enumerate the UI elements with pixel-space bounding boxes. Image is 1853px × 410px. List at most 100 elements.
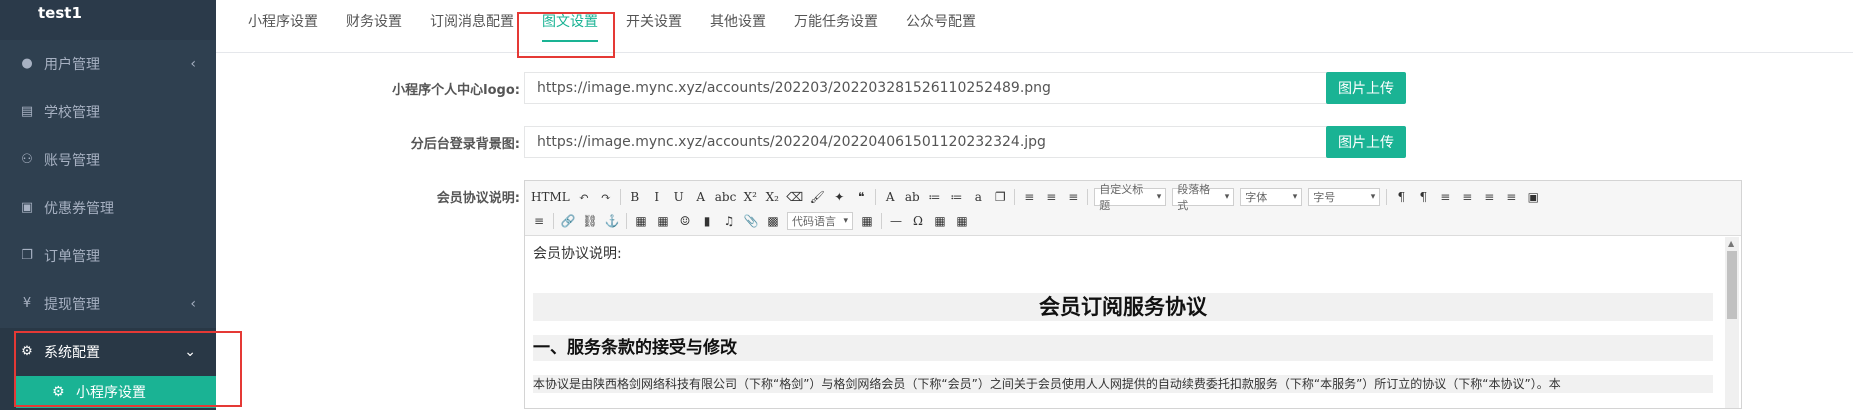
row2-tail-tool-icon-0[interactable]: ▦ bbox=[859, 212, 875, 230]
content-paragraph: 本协议是由陕西格剑网络科技有限公司（下称“格剑”）与格剑网络会员（下称“会员”）… bbox=[533, 375, 1713, 393]
row2-tail-tool-icon-4[interactable]: ▦ bbox=[954, 212, 970, 230]
tab-finance-settings[interactable]: 财务设置 bbox=[332, 8, 416, 52]
scroll-thumb[interactable] bbox=[1727, 251, 1737, 319]
rich-text-editor: HTML↶↷BIUAabcX²X₂⌫🖌✦❝Aab≔≔a❐≡≡≡自定义标题段落格式… bbox=[524, 180, 1742, 409]
tab-miniapp-settings[interactable]: 小程序设置 bbox=[234, 8, 332, 52]
toolbar-separator bbox=[626, 213, 627, 229]
sidebar-item-order-management[interactable]: ❐ 订单管理 bbox=[0, 232, 216, 280]
row1-tail-tool-icon-4[interactable]: ≡ bbox=[1481, 188, 1497, 206]
row1-tool-icon-3[interactable]: B bbox=[627, 188, 643, 206]
agreement-label: 会员协议说明: bbox=[436, 190, 520, 206]
background-upload-button[interactable]: 图片上传 bbox=[1326, 126, 1406, 158]
row1-tool-icon-15[interactable]: ab bbox=[904, 188, 920, 206]
tab-other-settings[interactable]: 其他设置 bbox=[696, 8, 780, 52]
row1-tool-icon-12[interactable]: ✦ bbox=[831, 188, 847, 206]
row1-tool-icon-13[interactable]: ❝ bbox=[853, 188, 869, 206]
row2-tail-tool-icon-3[interactable]: ▦ bbox=[932, 212, 948, 230]
font-size-select[interactable]: 字号 bbox=[1308, 188, 1381, 206]
row1-tool-icon-8[interactable]: X² bbox=[742, 188, 758, 206]
row1-tool-icon-19[interactable]: ❐ bbox=[992, 188, 1008, 206]
tab-image-text-settings[interactable]: 图文设置 bbox=[528, 8, 612, 52]
settings-tabs: 小程序设置 财务设置 订阅消息配置 图文设置 开关设置 其他设置 万能任务设置 … bbox=[216, 0, 1853, 53]
brand-name: test1 bbox=[0, 0, 216, 40]
sidebar-item-coupon-management[interactable]: ▣ 优惠券管理 bbox=[0, 184, 216, 232]
yen-icon: ¥ bbox=[22, 296, 32, 311]
font-family-select[interactable]: 字体 bbox=[1240, 188, 1303, 206]
sidebar-item-label: 系统配置 bbox=[44, 345, 100, 361]
toolbar-separator bbox=[881, 213, 882, 229]
row2-tail-tool-icon-2[interactable]: Ω bbox=[910, 212, 926, 230]
row2-tool-icon-4[interactable]: ▦ bbox=[633, 212, 649, 230]
row2-tool-icon-7[interactable]: ▮ bbox=[699, 212, 715, 230]
background-url-input[interactable]: https://image.mync.xyz/accounts/202204/2… bbox=[524, 126, 1328, 158]
chevron-left-icon: ‹ bbox=[190, 56, 196, 72]
row1-tool-icon-6[interactable]: A bbox=[693, 188, 709, 206]
editor-toolbar: HTML↶↷BIUAabcX²X₂⌫🖌✦❝Aab≔≔a❐≡≡≡自定义标题段落格式… bbox=[525, 181, 1741, 236]
content-section-heading: 一、服务条款的接受与修改 bbox=[533, 335, 1713, 361]
paragraph-format-select[interactable]: 段落格式 bbox=[1172, 183, 1235, 212]
row1-tool-icon-10[interactable]: ⌫ bbox=[786, 188, 803, 206]
editor-content[interactable]: 会员协议说明: 会员订阅服务协议 一、服务条款的接受与修改 本协议是由陕西格剑网… bbox=[533, 241, 1713, 408]
row1-tail-tool-icon-0[interactable]: ¶ bbox=[1393, 188, 1409, 206]
row1-tail-tool-icon-3[interactable]: ≡ bbox=[1459, 188, 1475, 206]
row1-tool-icon-4[interactable]: I bbox=[649, 188, 665, 206]
row2-tool-icon-0[interactable]: ≡ bbox=[531, 212, 547, 230]
row2-tool-icon-1[interactable]: 🔗 bbox=[560, 212, 576, 230]
coupon-icon: ▣ bbox=[20, 200, 34, 215]
row1-tool-icon-1[interactable]: ↶ bbox=[576, 188, 592, 206]
row1-tool-icon-5[interactable]: U bbox=[671, 188, 687, 206]
sidebar-item-withdraw-management[interactable]: ¥ 提现管理 ‹ bbox=[0, 280, 216, 328]
row1-tool-icon-11[interactable]: 🖌 bbox=[809, 188, 825, 206]
row1-tool-icon-0[interactable]: HTML bbox=[531, 188, 570, 206]
tab-subscription-message[interactable]: 订阅消息配置 bbox=[416, 8, 528, 52]
row1-tool-icon-21[interactable]: ≡ bbox=[1043, 188, 1059, 206]
sidebar: test1 ● 用户管理 ‹ ▤ 学校管理 ⚇ 账号管理 ▣ 优惠券管理 ❐ 订… bbox=[0, 0, 216, 410]
sidebar-item-label: 用户管理 bbox=[44, 57, 100, 73]
row1-tool-icon-20[interactable]: ≡ bbox=[1021, 188, 1037, 206]
sidebar-subitem-miniapp-settings[interactable]: ⚙ 小程序设置 bbox=[16, 376, 216, 408]
row1-tool-icon-16[interactable]: ≔ bbox=[926, 188, 942, 206]
row2-tool-icon-10[interactable]: ▩ bbox=[765, 212, 781, 230]
row2-tool-icon-3[interactable]: ⚓ bbox=[604, 212, 620, 230]
logo-url-input[interactable]: https://image.mync.xyz/accounts/202203/2… bbox=[524, 72, 1328, 104]
tab-official-account-config[interactable]: 公众号配置 bbox=[892, 8, 990, 52]
chevron-left-icon: ‹ bbox=[190, 296, 196, 312]
row1-tool-icon-18[interactable]: a bbox=[970, 188, 986, 206]
row2-tool-icon-2[interactable]: ⛓ bbox=[582, 212, 598, 230]
content-intro: 会员协议说明: bbox=[533, 246, 622, 262]
gear-icon: ⚙ bbox=[21, 344, 33, 359]
row2-tool-icon-6[interactable]: ☺ bbox=[677, 212, 693, 230]
row1-tool-icon-7[interactable]: abc bbox=[715, 188, 737, 206]
order-icon: ❐ bbox=[21, 248, 33, 263]
sidebar-subitem-label: 小程序设置 bbox=[76, 385, 146, 401]
sidebar-item-school-management[interactable]: ▤ 学校管理 bbox=[0, 88, 216, 136]
row2-tool-icon-9[interactable]: 📎 bbox=[743, 212, 759, 230]
row2-tool-icon-5[interactable]: ▦ bbox=[655, 212, 671, 230]
custom-heading-select[interactable]: 自定义标题 bbox=[1094, 183, 1167, 212]
row1-tail-tool-icon-2[interactable]: ≡ bbox=[1437, 188, 1453, 206]
logo-upload-button[interactable]: 图片上传 bbox=[1326, 72, 1406, 104]
tab-switch-settings[interactable]: 开关设置 bbox=[612, 8, 696, 52]
editor-scrollbar[interactable]: ▲ bbox=[1725, 237, 1739, 408]
row1-tail-tool-icon-6[interactable]: ▣ bbox=[1525, 188, 1541, 206]
tab-universal-task-settings[interactable]: 万能任务设置 bbox=[780, 8, 892, 52]
toolbar-row-1: HTML↶↷BIUAabcX²X₂⌫🖌✦❝Aab≔≔a❐≡≡≡自定义标题段落格式… bbox=[531, 183, 1735, 212]
row1-tail-tool-icon-5[interactable]: ≡ bbox=[1503, 188, 1519, 206]
row1-tool-icon-17[interactable]: ≔ bbox=[948, 188, 964, 206]
sidebar-item-account-management[interactable]: ⚇ 账号管理 bbox=[0, 136, 216, 184]
row2-tail-tool-icon-1[interactable]: — bbox=[888, 212, 904, 230]
row1-tool-icon-22[interactable]: ≡ bbox=[1065, 188, 1081, 206]
sidebar-item-user-management[interactable]: ● 用户管理 ‹ bbox=[0, 40, 216, 88]
row1-tail-tool-icon-1[interactable]: ¶ bbox=[1415, 188, 1431, 206]
scroll-up-icon[interactable]: ▲ bbox=[1728, 239, 1734, 248]
row2-tool-icon-8[interactable]: ♫ bbox=[721, 212, 737, 230]
toolbar-separator bbox=[1014, 189, 1016, 205]
row1-tool-icon-9[interactable]: X₂ bbox=[764, 188, 780, 206]
row1-tool-icon-14[interactable]: A bbox=[882, 188, 898, 206]
sidebar-item-label: 订单管理 bbox=[44, 249, 100, 265]
submenu: ⚙ 小程序设置 bbox=[0, 376, 216, 410]
code-language-select[interactable]: 代码语言 bbox=[787, 212, 853, 230]
row1-tool-icon-2[interactable]: ↷ bbox=[598, 188, 614, 206]
toolbar-separator bbox=[1386, 189, 1388, 205]
sidebar-item-system-config[interactable]: ⚙ 系统配置 ⌄ bbox=[0, 328, 216, 376]
